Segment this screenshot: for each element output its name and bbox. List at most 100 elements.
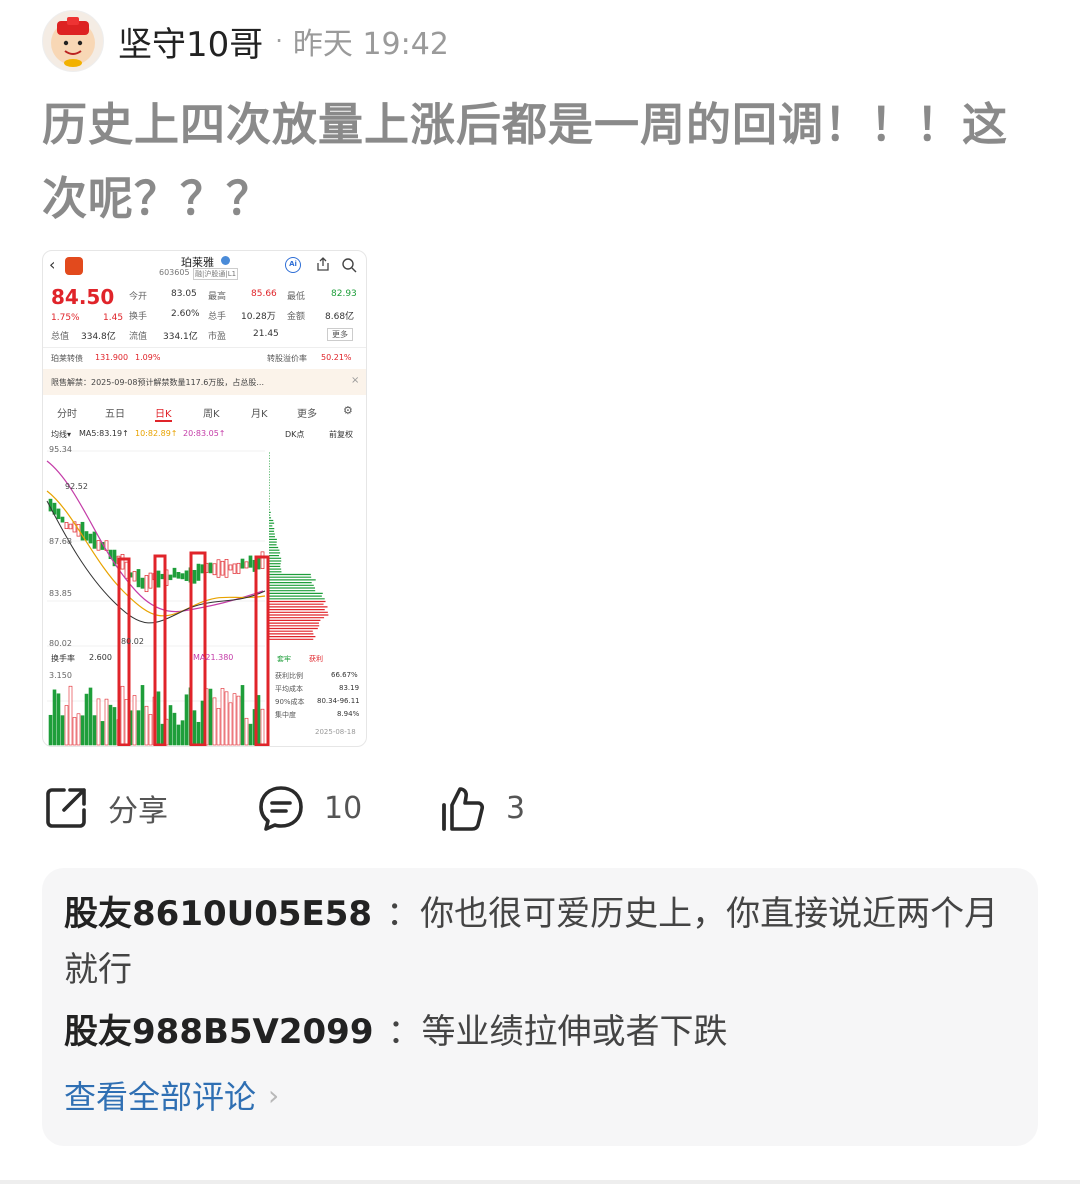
ma20: 20:83.05↑: [183, 429, 226, 438]
candle: [232, 563, 237, 574]
more-button[interactable]: 更多: [327, 328, 353, 341]
divider: [0, 1180, 1080, 1184]
back-icon: ‹: [49, 255, 56, 274]
candle: [244, 561, 249, 569]
volume-bar: [60, 715, 65, 746]
tab-yuek[interactable]: 月K: [251, 405, 268, 420]
comment-item[interactable]: 股友8610U05E58 ：你也很可爱历史上，你直接说近两个月就行: [64, 886, 1014, 998]
turnover-indicator: 换手率: [51, 654, 75, 663]
tab-wuri[interactable]: 五日: [105, 405, 125, 420]
volume-bar: [52, 689, 57, 746]
legend-b: 获利: [309, 655, 323, 663]
chevron-right-icon: ›: [268, 1078, 280, 1112]
comment-count: 10: [324, 790, 363, 826]
comment-item[interactable]: 股友988B5V2099 ：等业绩拉伸或者下跌: [64, 1004, 1014, 1060]
candle: [144, 575, 149, 593]
bond-pct: 1.09%: [135, 353, 161, 362]
stock-change: 1.45: [103, 313, 124, 323]
volume-bar: [72, 717, 77, 746]
post-actions: 分享 10 3: [42, 780, 602, 836]
comment-user[interactable]: 股友988B5V2099: [64, 1012, 374, 1052]
volume-bar: [144, 705, 149, 746]
candle: [220, 560, 225, 576]
premium-label: 转股溢价率: [267, 354, 307, 363]
share-button[interactable]: 分享: [42, 780, 168, 836]
float-value: 334.1亿: [163, 332, 198, 342]
ma10: 10:82.89↑: [135, 429, 178, 438]
ma-indicator-label: 均线▾: [51, 430, 72, 439]
volume-bar: [120, 685, 125, 746]
profit-value: 80.34-96.11: [317, 697, 360, 705]
view-all-comments-link[interactable]: 查看全部评论 ›: [64, 1072, 279, 1118]
volume-bar: [112, 707, 117, 746]
avatar[interactable]: [42, 10, 104, 72]
like-count: 3: [506, 790, 526, 826]
candle: [64, 522, 69, 529]
post-body[interactable]: 历史上四次放量上涨后都是一周的回调！！！这次呢？？？: [42, 88, 1042, 236]
volume-bar: [84, 693, 89, 746]
volume-bar: [260, 708, 265, 746]
candle: [184, 570, 189, 581]
candle: [176, 572, 181, 579]
turnover-label: 换手: [129, 312, 148, 322]
bond-label: 珀莱转债: [51, 354, 83, 363]
notice-text: 限售解禁：2025-09-08预计解禁数量117.6万股，占总股...: [51, 378, 265, 387]
comment-button[interactable]: 10: [256, 780, 362, 836]
high-label: 最高: [208, 292, 227, 302]
candle: [88, 533, 93, 544]
volume-bar: [216, 708, 221, 746]
volume-bar: [104, 698, 109, 746]
tab-zhouk[interactable]: 周K: [203, 405, 220, 420]
volume-bar: [140, 685, 145, 746]
candle: [212, 563, 217, 576]
tab-fenshi[interactable]: 分时: [57, 405, 77, 420]
volume-bar: [224, 691, 229, 746]
volume-bar: [232, 693, 237, 746]
candle: [248, 555, 253, 568]
profit-label: 集中度: [275, 711, 296, 719]
stock-tag: 融|沪股通|L1: [193, 268, 239, 280]
dk-label[interactable]: DK点: [285, 429, 304, 440]
volume-bar: [76, 713, 81, 746]
comment-icon: [259, 786, 303, 831]
candle: [96, 540, 101, 551]
profit-value: 66.67%: [331, 671, 358, 679]
post-time: 昨天 19:42: [292, 27, 449, 62]
open-label: 今开: [129, 292, 148, 302]
volume-bar: [80, 715, 85, 746]
post-header: 坚守10哥 · 昨天 19:42: [42, 10, 449, 72]
volume-bar: [180, 720, 185, 746]
like-button[interactable]: 3: [438, 780, 525, 836]
mark-low: 80.02: [121, 637, 144, 646]
candle: [236, 562, 241, 574]
candle: [260, 551, 265, 569]
premium-value: 50.21%: [321, 353, 352, 362]
tab-more[interactable]: 更多: [297, 405, 317, 420]
stock-price: 84.50: [51, 285, 115, 309]
share-label: 分享: [108, 794, 168, 829]
mcap-label: 总值: [51, 332, 70, 342]
settings-icon[interactable]: ⚙: [343, 404, 353, 417]
volume-bar: [208, 688, 213, 746]
chart-date: 2025-08-18: [315, 728, 356, 736]
comment-user[interactable]: 股友8610U05E58: [64, 894, 372, 934]
candle: [196, 563, 201, 581]
close-notice-icon[interactable]: ×: [351, 375, 359, 386]
author-name[interactable]: 坚守10哥: [118, 17, 263, 66]
volume-bar: [244, 717, 249, 746]
app-logo-icon: [65, 257, 83, 275]
tab-rik[interactable]: 日K: [155, 405, 172, 422]
fq-label[interactable]: 前复权: [329, 429, 353, 440]
candle: [180, 573, 185, 580]
float-label: 流值: [129, 332, 148, 342]
post-image[interactable]: ‹ 珀莱雅 603605 融|沪股通|L1 Ai 84.50 1.75% 1.4…: [42, 250, 367, 747]
ai-icon: Ai: [285, 257, 301, 273]
amount-label: 金额: [287, 312, 306, 322]
candle: [172, 567, 177, 578]
candle: [224, 559, 229, 578]
volume-bar: [88, 687, 93, 746]
price-low2: 83.85: [49, 589, 72, 598]
candle: [140, 577, 145, 589]
search-small-icon: [342, 258, 357, 273]
volume-bar: [132, 695, 137, 746]
